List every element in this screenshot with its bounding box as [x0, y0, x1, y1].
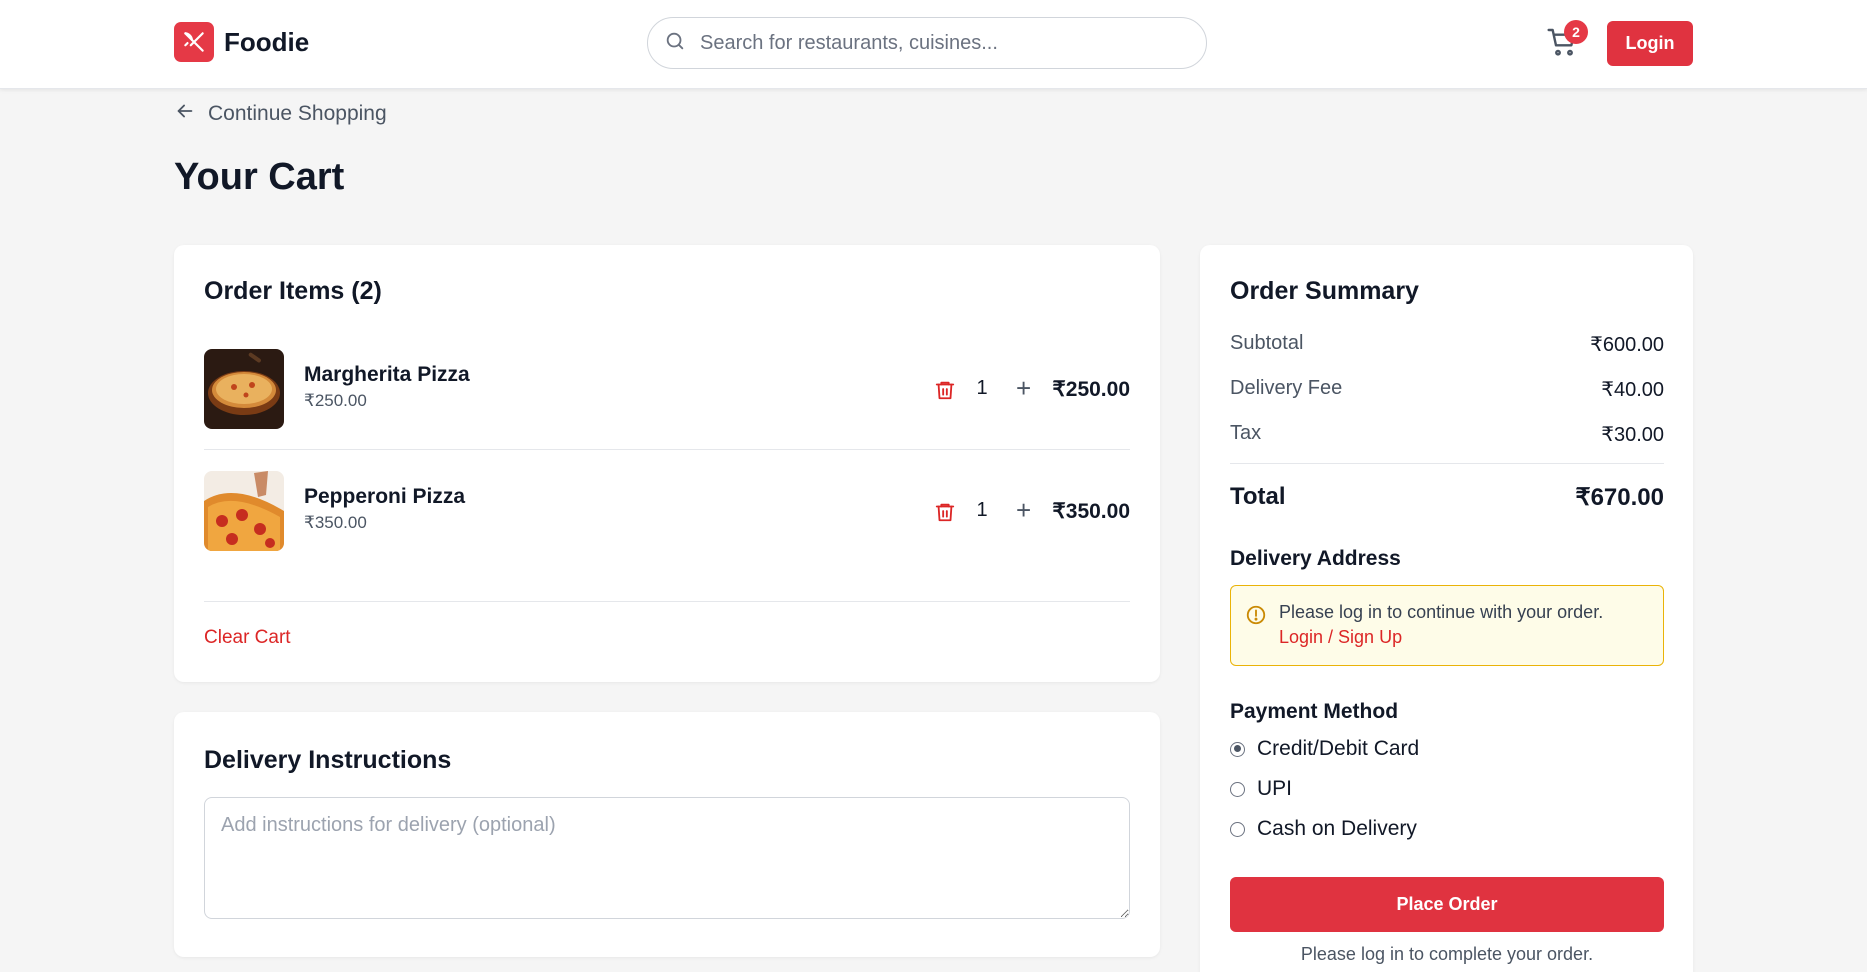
item-quantity: 1: [976, 499, 988, 521]
item-divider: [204, 449, 1130, 450]
summary-divider: [1230, 463, 1664, 464]
continue-shopping-label: Continue Shopping: [208, 102, 387, 125]
payment-method-label: Payment Method: [1230, 700, 1399, 723]
continue-shopping-link[interactable]: Continue Shopping: [174, 100, 387, 128]
search-bar[interactable]: [647, 17, 1207, 69]
payment-option-cod[interactable]: Cash on Delivery: [1230, 817, 1417, 841]
top-navbar: Foodie 2 Login: [0, 0, 1867, 89]
pepperoni-pizza-image: [204, 471, 284, 551]
delivery-fee-row: Delivery Fee ₹40.00: [1230, 377, 1664, 402]
payment-option-label: Credit/Debit Card: [1257, 737, 1420, 760]
cart-count-badge: 2: [1564, 20, 1588, 44]
login-button[interactable]: Login: [1607, 21, 1693, 66]
cart-button[interactable]: 2: [1546, 20, 1588, 62]
radio-cod[interactable]: [1230, 821, 1245, 837]
subtotal-row: Subtotal ₹600.00: [1230, 332, 1664, 357]
delivery-instructions-input[interactable]: [204, 797, 1130, 919]
radio-upi[interactable]: [1230, 781, 1245, 797]
login-required-alert: Please log in to continue with your orde…: [1230, 585, 1664, 666]
tax-label: Tax: [1230, 422, 1262, 444]
warning-icon: [1245, 604, 1267, 631]
item-unit-price: ₹350.00: [304, 513, 367, 532]
trash-icon[interactable]: [934, 500, 956, 529]
alert-message: Please log in to continue with your orde…: [1279, 602, 1604, 622]
place-order-button[interactable]: Place Order: [1230, 877, 1664, 932]
order-items-title: Order Items (2): [204, 277, 382, 305]
radio-card[interactable]: [1230, 741, 1245, 757]
subtotal-label: Subtotal: [1230, 332, 1304, 354]
search-input[interactable]: [700, 31, 1180, 55]
payment-option-label: UPI: [1257, 777, 1293, 800]
page-title: Your Cart: [174, 156, 345, 198]
fork-knife-icon: [174, 22, 214, 62]
items-footer-divider: [204, 601, 1130, 602]
search-icon: [664, 30, 686, 57]
delivery-fee-label: Delivery Fee: [1230, 377, 1343, 399]
arrow-left-icon: [174, 100, 196, 128]
tax-row: Tax ₹30.00: [1230, 422, 1664, 447]
item-quantity: 1: [976, 377, 988, 399]
order-summary-title: Order Summary: [1230, 277, 1419, 305]
subtotal-value: ₹600.00: [1590, 334, 1664, 356]
plus-icon[interactable]: +: [1016, 497, 1031, 523]
item-line-total: ₹350.00: [1052, 500, 1130, 523]
login-signup-link[interactable]: Login / Sign Up: [1279, 627, 1402, 648]
total-row: Total ₹670.00: [1230, 483, 1664, 512]
cart-item: Margherita Pizza ₹250.00 1 + ₹250.00: [204, 349, 1130, 429]
brand-name: Foodie: [224, 26, 310, 57]
margherita-pizza-image: [204, 349, 284, 429]
order-items-card: Order Items (2) Margherita Pizza ₹250.00…: [174, 245, 1160, 682]
total-value: ₹670.00: [1575, 484, 1664, 511]
tax-value: ₹30.00: [1601, 424, 1664, 446]
delivery-address-label: Delivery Address: [1230, 547, 1401, 570]
item-name: Margherita Pizza: [304, 363, 470, 386]
total-label: Total: [1230, 483, 1286, 510]
login-note: Please log in to complete your order.: [1300, 944, 1594, 964]
payment-option-label: Cash on Delivery: [1257, 817, 1417, 840]
delivery-instructions-title: Delivery Instructions: [204, 746, 452, 774]
item-name: Pepperoni Pizza: [304, 485, 466, 508]
order-summary-card: Order Summary Subtotal ₹600.00 Delivery …: [1200, 245, 1693, 972]
plus-icon[interactable]: +: [1016, 375, 1031, 401]
item-line-total: ₹250.00: [1052, 378, 1130, 401]
clear-cart-button[interactable]: Clear Cart: [204, 627, 291, 649]
item-unit-price: ₹250.00: [304, 391, 367, 410]
cart-icon: [1546, 28, 1578, 62]
payment-option-upi[interactable]: UPI: [1230, 777, 1292, 801]
payment-option-card[interactable]: Credit/Debit Card: [1230, 737, 1419, 761]
trash-icon[interactable]: [934, 378, 956, 407]
delivery-instructions-card: Delivery Instructions: [174, 712, 1160, 957]
brand-logo[interactable]: Foodie: [174, 22, 309, 62]
cart-item: Pepperoni Pizza ₹350.00 1 + ₹350.00: [204, 471, 1130, 551]
delivery-fee-value: ₹40.00: [1601, 379, 1664, 401]
